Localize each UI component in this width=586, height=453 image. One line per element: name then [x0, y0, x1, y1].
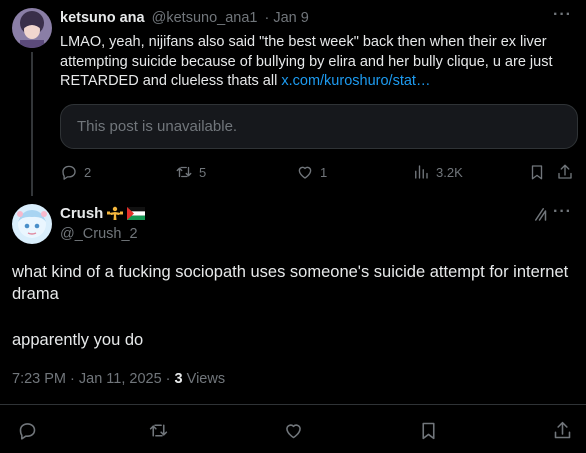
main-display-name[interactable]: Crush: [60, 205, 103, 222]
parent-bookmark-button[interactable]: [528, 161, 546, 183]
divider: [0, 404, 586, 405]
main-share-button[interactable]: [552, 419, 573, 441]
share-icon: [558, 164, 572, 179]
heart-icon: [298, 166, 312, 179]
main-handle[interactable]: @_Crush_2: [60, 226, 138, 242]
repost-icon: [149, 423, 168, 437]
main-name-row: Crush: [60, 205, 146, 222]
parent-views-count: 3.2K: [436, 164, 463, 180]
main-avatar[interactable]: [12, 204, 52, 244]
main-meta: 7:23 PM · Jan 11, 2025 · 3 Views: [12, 371, 225, 387]
reply-icon: [19, 422, 36, 440]
parent-more-icon[interactable]: ···: [553, 6, 572, 24]
heart-icon: [286, 423, 301, 438]
thread-connector-line: [31, 52, 33, 196]
parent-header: ketsuno ana @ketsuno_ana1 · Jan 9: [60, 10, 309, 26]
parent-display-name[interactable]: ketsuno ana: [60, 10, 145, 26]
main-body: what kind of a fucking sociopath uses so…: [12, 263, 569, 303]
parent-like-count: 1: [320, 164, 328, 180]
parent-repost-button[interactable]: 5: [175, 161, 206, 183]
weight-lifter-emoji: [107, 206, 124, 220]
quote-unavailable-text: This post is unavailable.: [77, 118, 238, 135]
palestine-flag-emoji: [127, 207, 146, 220]
reply-icon: [62, 165, 76, 180]
main-timestamp[interactable]: 7:23 PM · Jan 11, 2025 ·: [12, 371, 175, 387]
main-like-button[interactable]: [283, 419, 304, 441]
parent-body: LMAO, yeah, nijifans also said "the best…: [60, 33, 578, 92]
main-action-bar: [0, 419, 586, 443]
parent-action-bar: 2 5 1 3.2K: [60, 161, 578, 183]
bookmark-icon: [531, 165, 543, 180]
repost-icon: [176, 166, 192, 178]
main-body-second: apparently you do: [12, 331, 144, 349]
main-more-icon[interactable]: ···: [553, 203, 572, 221]
parent-date[interactable]: · Jan 9: [265, 10, 309, 26]
main-views-count: 3: [174, 371, 183, 387]
parent-share-button[interactable]: [556, 161, 574, 183]
views-icon: [415, 165, 428, 179]
parent-views-button[interactable]: 3.2K: [412, 161, 463, 183]
main-reply-button[interactable]: [17, 419, 38, 441]
main-views-label: Views: [182, 371, 226, 387]
parent-handle[interactable]: @ketsuno_ana1: [152, 10, 258, 26]
parent-reply-button[interactable]: 2: [60, 161, 91, 183]
main-repost-button[interactable]: [148, 419, 169, 441]
main-bookmark-button[interactable]: [418, 419, 439, 441]
grok-icon[interactable]: [532, 205, 550, 223]
parent-like-button[interactable]: 1: [296, 161, 327, 183]
parent-link[interactable]: x.com/kuroshuro/stat…: [281, 73, 430, 89]
share-icon: [554, 421, 571, 438]
quote-unavailable-card: This post is unavailable.: [60, 104, 578, 149]
parent-repost-count: 5: [199, 164, 207, 180]
parent-reply-count: 2: [84, 164, 92, 180]
parent-avatar[interactable]: [12, 8, 52, 48]
bookmark-icon: [422, 422, 435, 439]
